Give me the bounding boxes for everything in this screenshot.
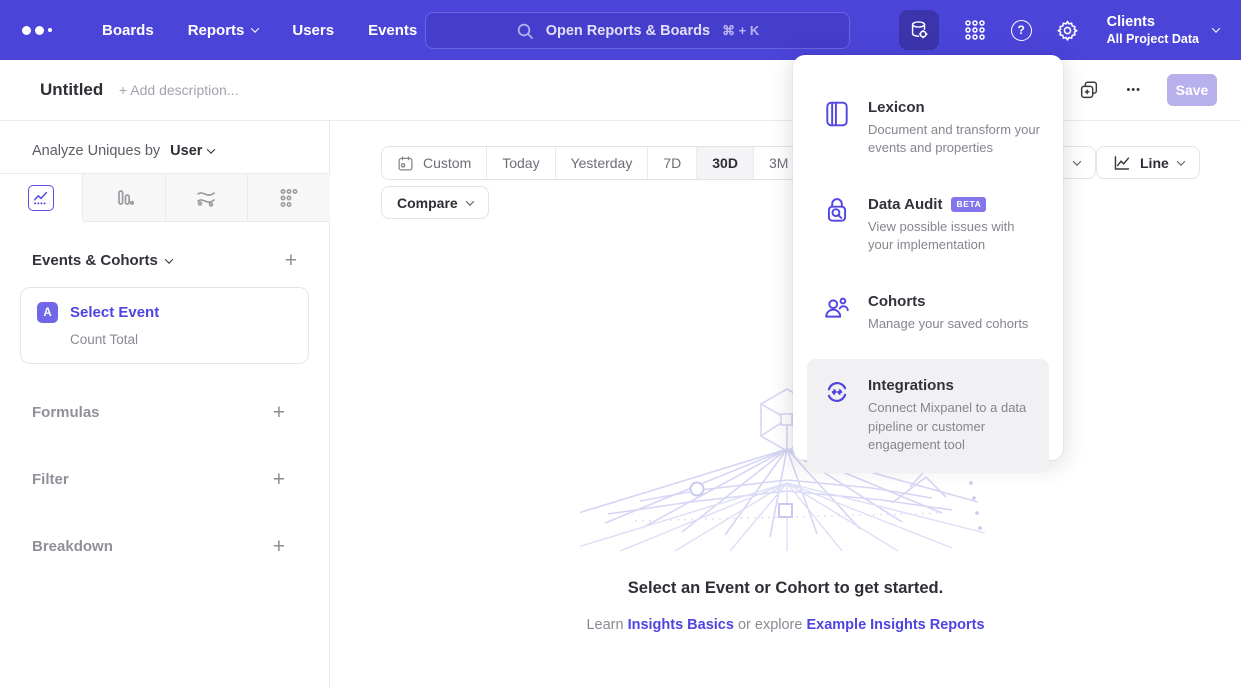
mixpanel-insights-page: Boards Reports Users Events Open Reports… — [0, 0, 1241, 688]
example-reports-link[interactable]: Example Insights Reports — [806, 617, 984, 633]
report-title[interactable]: Untitled — [40, 80, 103, 100]
data-management-button[interactable] — [899, 10, 939, 50]
integrations-sync-icon — [823, 377, 851, 454]
query-sidebar: Analyze Uniques by User — [0, 121, 330, 688]
filter-label: Filter — [32, 471, 69, 488]
tab-line-chart[interactable] — [0, 174, 83, 222]
help-button[interactable]: ? — [1011, 20, 1032, 41]
data-audit-icon — [823, 196, 851, 255]
menu-item-lexicon[interactable]: Lexicon Document and transform your even… — [793, 87, 1063, 170]
event-letter-badge: A — [37, 302, 58, 323]
analyze-by-dropdown[interactable]: User — [170, 143, 202, 159]
search-shortcut: ⌘ + K — [722, 23, 759, 39]
data-management-menu: Lexicon Document and transform your even… — [793, 55, 1063, 460]
event-card[interactable]: A Select Event Count Total — [20, 287, 309, 364]
add-breakdown-button[interactable]: + — [273, 536, 285, 557]
search-placeholder: Open Reports & Boards — [546, 23, 710, 39]
dot-grid-icon — [277, 186, 301, 210]
count-type-dropdown[interactable]: Count Total — [70, 332, 292, 347]
formulas-label: Formulas — [32, 404, 100, 421]
flow-icon — [194, 186, 218, 210]
mixpanel-logo-icon[interactable] — [22, 26, 68, 35]
breakdown-section: Breakdown + — [32, 490, 285, 557]
empty-state-title: Select an Event or Cohort to get started… — [330, 579, 1241, 598]
duplicate-button[interactable] — [1078, 79, 1100, 101]
report-canvas: Custom Today Yesterday 7D 30D 3M 6M Comp… — [330, 121, 1241, 688]
nav-item-users[interactable]: Users — [292, 22, 334, 39]
chevron-down-icon — [1177, 157, 1185, 165]
more-options-button[interactable]: ••• — [1126, 85, 1141, 96]
org-name: Clients — [1107, 13, 1199, 31]
chevron-down-icon — [465, 197, 473, 205]
compare-button[interactable]: Compare — [381, 186, 489, 219]
nav-icon-group: ? Clients All Project Data — [899, 0, 1219, 60]
grid-icon — [963, 18, 987, 42]
formulas-section: Formulas + — [32, 364, 285, 423]
apps-grid-button[interactable] — [963, 18, 987, 42]
search-icon — [516, 22, 534, 40]
nav-item-events[interactable]: Events — [368, 22, 417, 39]
add-event-button[interactable]: + — [285, 250, 297, 271]
events-cohorts-title[interactable]: Events & Cohorts — [32, 252, 158, 269]
nav-item-boards[interactable]: Boards — [102, 22, 154, 39]
tab-bar-chart[interactable] — [83, 174, 166, 221]
tab-metric-grid[interactable] — [248, 174, 330, 221]
date-range-7d[interactable]: 7D — [648, 147, 697, 179]
help-icon: ? — [1011, 20, 1032, 41]
nav-item-reports[interactable]: Reports — [188, 22, 259, 39]
tab-flow-chart[interactable] — [166, 174, 249, 221]
chevron-down-icon — [1073, 157, 1081, 165]
filter-section: Filter + — [32, 423, 285, 490]
menu-item-cohorts[interactable]: Cohorts Manage your saved cohorts — [793, 281, 1063, 345]
settings-button[interactable] — [1056, 19, 1079, 42]
top-nav: Boards Reports Users Events Open Reports… — [0, 0, 1241, 60]
lexicon-book-icon — [823, 99, 851, 158]
chart-type-tabs — [0, 173, 330, 222]
project-switcher[interactable]: Clients All Project Data — [1107, 13, 1219, 48]
insights-basics-link[interactable]: Insights Basics — [628, 617, 734, 633]
gear-icon — [1056, 19, 1079, 42]
cohorts-users-icon — [823, 293, 851, 333]
chevron-down-icon[interactable] — [165, 255, 173, 263]
chevron-down-icon[interactable] — [207, 145, 215, 153]
date-range-30d[interactable]: 30D — [697, 147, 754, 179]
line-chart-icon — [1112, 153, 1131, 172]
chevron-down-icon — [1212, 24, 1220, 32]
global-search-input[interactable]: Open Reports & Boards ⌘ + K — [425, 12, 850, 49]
breakdown-label: Breakdown — [32, 538, 113, 555]
date-range-control: Custom Today Yesterday 7D 30D 3M 6M — [381, 146, 855, 180]
save-button[interactable]: Save — [1167, 74, 1217, 106]
menu-item-integrations[interactable]: Integrations Connect Mixpanel to a data … — [807, 359, 1049, 472]
chevron-down-icon — [251, 24, 259, 32]
add-filter-button[interactable]: + — [273, 469, 285, 490]
date-range-yesterday[interactable]: Yesterday — [556, 147, 649, 179]
analyze-uniques-control: Analyze Uniques by User — [32, 143, 329, 159]
database-gear-icon — [908, 19, 930, 41]
events-cohorts-header: Events & Cohorts + — [32, 250, 297, 271]
report-description-field[interactable]: + Add description... — [119, 82, 238, 98]
menu-item-data-audit[interactable]: Data Audit BETA View possible issues wit… — [793, 184, 1063, 267]
calendar-icon — [397, 155, 414, 172]
chart-style-dropdown[interactable]: Line — [1096, 146, 1200, 179]
bar-chart-icon — [112, 186, 136, 210]
select-event-button[interactable]: Select Event — [70, 304, 159, 321]
date-range-custom[interactable]: Custom — [382, 147, 487, 179]
project-name: All Project Data — [1107, 31, 1199, 48]
line-chart-icon — [28, 185, 54, 211]
add-formula-button[interactable]: + — [273, 402, 285, 423]
empty-state: Select an Event or Cohort to get started… — [330, 579, 1241, 633]
beta-badge: BETA — [951, 197, 986, 212]
date-range-today[interactable]: Today — [487, 147, 555, 179]
